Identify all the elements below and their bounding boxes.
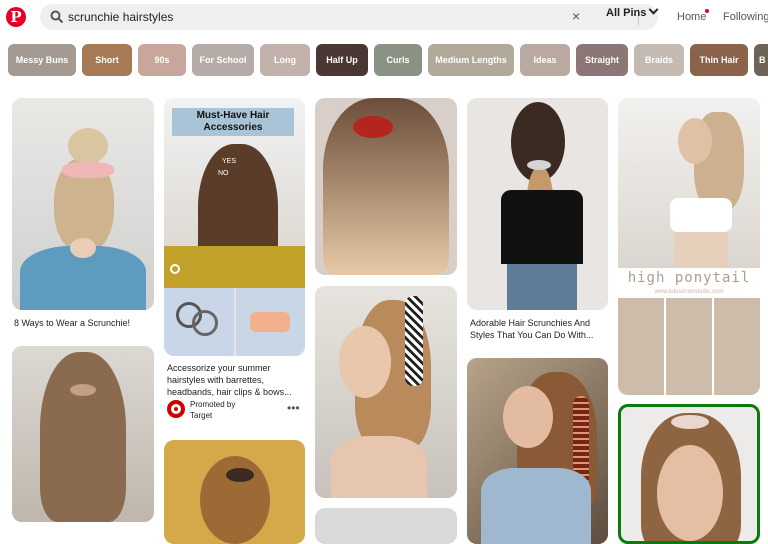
pin-red-scrunchie[interactable] <box>315 98 457 275</box>
face-shape <box>339 326 391 398</box>
shoulder-shape <box>331 436 427 498</box>
nav-following[interactable]: Following <box>723 11 768 23</box>
pinterest-logo[interactable]: P <box>6 7 26 27</box>
chip-ideas[interactable]: Ideas <box>520 44 570 76</box>
chip-label: For School <box>199 55 247 65</box>
chip-for-school[interactable]: For School <box>192 44 254 76</box>
chip-short[interactable]: Short <box>82 44 132 76</box>
chip-curls[interactable]: Curls <box>374 44 422 76</box>
pin-hair-accessories[interactable]: Must-Have Hair Accessories YES NO <box>164 98 305 356</box>
product-claw-clip <box>236 288 305 356</box>
chip-half-up[interactable]: Half Up <box>316 44 368 76</box>
face-shape <box>678 118 712 164</box>
chip-long[interactable]: Long <box>260 44 310 76</box>
chip-messy-buns[interactable]: Messy Buns <box>8 44 76 76</box>
chip-label: Half Up <box>326 55 358 65</box>
all-pins-label: All Pins <box>606 7 647 19</box>
hair-tie-shape <box>192 310 218 336</box>
pin-partial[interactable] <box>315 508 457 544</box>
search-input[interactable]: scrunchie hairstyles <box>68 10 173 24</box>
overlay-site: www.lulusimonstudio.com <box>654 289 724 295</box>
search-bar[interactable]: scrunchie hairstyles × <box>40 4 658 30</box>
neck-shape <box>70 238 96 258</box>
scrunchie-shape <box>226 468 254 482</box>
black-top-shape <box>501 190 583 264</box>
all-pins-dropdown[interactable]: All Pins <box>606 4 659 19</box>
chip-label: B <box>759 55 766 65</box>
chip-thin-hair[interactable]: Thin Hair <box>690 44 748 76</box>
chip-straight[interactable]: Straight <box>576 44 628 76</box>
chip-label: Curls <box>386 55 410 65</box>
notification-dot <box>705 9 709 13</box>
pin-high-ponytail[interactable]: high ponytail www.lulusimonstudio.com <box>618 98 760 395</box>
yellow-sweater-shape <box>164 246 305 288</box>
target-logo <box>167 400 185 418</box>
pin-caption: 8 Ways to Wear a Scrunchie! <box>14 318 131 328</box>
chip-label: Straight <box>584 55 619 65</box>
pin-scarf-scrunchie[interactable] <box>315 286 457 498</box>
scrunchie-shape <box>70 384 96 396</box>
pin-top-knot-scrunchie[interactable] <box>618 404 760 544</box>
chip-partial[interactable]: B <box>754 44 768 76</box>
chip-label: 90s <box>154 55 170 65</box>
chip-90s[interactable]: 90s <box>138 44 186 76</box>
pin-cafe-scrunchie[interactable] <box>467 358 608 544</box>
scrunchie-shape <box>527 160 551 170</box>
overlay-title: high ponytail <box>627 270 751 286</box>
pin-caption: Adorable Hair Scrunchies And Styles That… <box>470 318 594 340</box>
product-hair-ties <box>164 288 234 356</box>
face-shape <box>503 386 553 448</box>
clip-text: NO <box>218 170 229 177</box>
search-icon <box>50 10 64 24</box>
pin-half-up[interactable] <box>12 346 154 522</box>
pin-messy-bun-2[interactable] <box>164 440 305 544</box>
pin-messy-bun[interactable] <box>12 98 154 310</box>
scrunchie-shape <box>671 415 709 429</box>
white-top-shape <box>670 198 732 232</box>
banner-title: Must-Have Hair Accessories <box>172 108 294 136</box>
face-shape <box>657 445 723 541</box>
more-options-icon[interactable]: ••• <box>287 401 300 415</box>
chip-braids[interactable]: Braids <box>634 44 684 76</box>
chip-label: Ideas <box>533 55 557 65</box>
overlay-banner: high ponytail www.lulusimonstudio.com <box>618 268 760 298</box>
chip-label: Medium Lengths <box>435 55 507 65</box>
chip-medium-lengths[interactable]: Medium Lengths <box>428 44 514 76</box>
clip-text: YES <box>222 158 237 165</box>
guided-search-chips: Messy Buns Short 90s For School Long Hal… <box>8 44 768 76</box>
chip-label: Short <box>95 55 119 65</box>
pin-caption: Accessorize your summer hairstyles with … <box>167 363 292 397</box>
top-bar: P scrunchie hairstyles × All Pins Home F… <box>0 0 768 36</box>
scarf-shape <box>405 296 423 386</box>
clear-search-icon[interactable]: × <box>572 8 580 24</box>
claw-clip-shape <box>250 312 290 332</box>
promoted-brand[interactable]: Target <box>190 410 212 422</box>
chevron-down-icon <box>648 4 659 15</box>
camera-icon[interactable] <box>170 264 180 274</box>
scrunchie-shape <box>62 162 114 178</box>
bun-shape <box>68 128 108 164</box>
shirt-shape <box>481 468 591 544</box>
chip-label: Messy Buns <box>15 55 69 65</box>
jeans-shape <box>507 264 577 310</box>
chip-label: Thin Hair <box>699 55 739 65</box>
hair-shape <box>40 352 126 522</box>
chip-label: Long <box>274 55 296 65</box>
waist-shape <box>674 232 728 268</box>
pin-scrunchie-braid[interactable] <box>467 98 608 310</box>
chip-label: Braids <box>644 55 673 65</box>
nav-home[interactable]: Home <box>677 11 706 23</box>
step-photo-grid <box>618 298 760 395</box>
scrunchie-shape <box>353 116 393 138</box>
